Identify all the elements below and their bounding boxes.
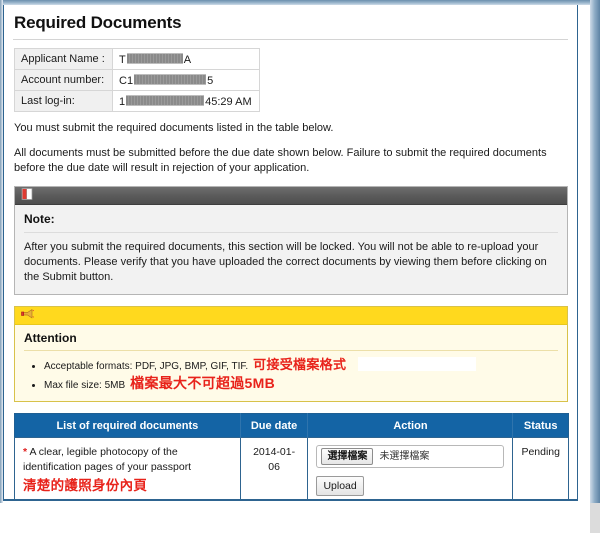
max-file-size-annotation: 檔案最大不可超過5MB xyxy=(130,375,275,391)
account-number-value: C1 5 xyxy=(112,69,260,91)
attention-panel-body: Attention Acceptable formats: PDF, JPG, … xyxy=(15,325,567,401)
acceptable-formats-annotation: 可接受檔案格式 xyxy=(253,357,347,372)
account-number-suffix: 5 xyxy=(207,74,214,87)
attention-divider xyxy=(24,350,558,351)
redaction-block xyxy=(134,73,207,85)
last-login-prefix: 1 xyxy=(119,95,126,108)
note-text: After you submit the required documents,… xyxy=(24,241,547,283)
scrollbar-track-bottom[interactable] xyxy=(590,503,600,533)
column-header-documents: List of required documents xyxy=(14,413,241,438)
applicant-name-value: TA xyxy=(112,48,260,70)
table-header-row: List of required documents Due date Acti… xyxy=(14,413,569,438)
note-divider xyxy=(24,232,558,233)
attention-panel: Attention Acceptable formats: PDF, JPG, … xyxy=(14,306,568,402)
note-heading: Note: xyxy=(24,212,55,226)
attention-list: Acceptable formats: PDF, JPG, BMP, GIF, … xyxy=(24,356,558,394)
applicant-name-suffix: A xyxy=(183,53,192,66)
documents-table-body: * A clear, legible photocopy of the iden… xyxy=(14,437,569,499)
page-title: Required Documents xyxy=(14,13,182,32)
last-login-suffix: 45:29 AM xyxy=(205,95,252,108)
redaction-block xyxy=(126,52,183,64)
table-row: Last log-in: 1 45:29 AM xyxy=(14,90,260,112)
column-header-action: Action xyxy=(307,413,514,438)
table-row: * A clear, legible photocopy of the iden… xyxy=(14,437,569,499)
table-row: Account number: C1 5 xyxy=(14,69,260,91)
last-login-value: 1 45:29 AM xyxy=(112,90,260,112)
documents-table-head: List of required documents Due date Acti… xyxy=(14,413,569,438)
upload-button[interactable]: Upload xyxy=(316,476,364,496)
required-marker: * xyxy=(23,446,28,458)
list-item: Max file size: 5MB 檔案最大不可超過5MB xyxy=(44,375,558,394)
due-date-cell: 2014-01-06 xyxy=(239,437,309,499)
attention-panel-bar xyxy=(15,307,567,325)
applicant-name-label: Applicant Name : xyxy=(14,48,113,70)
account-number-prefix: C1 xyxy=(119,74,134,87)
page-background-below xyxy=(0,503,600,533)
column-header-status: Status xyxy=(512,413,569,438)
table-row: Applicant Name : TA xyxy=(14,48,260,70)
intro-line-1: You must submit the required documents l… xyxy=(14,122,334,134)
book-icon xyxy=(21,188,33,203)
redaction-block xyxy=(126,94,205,106)
account-number-label: Account number: xyxy=(14,69,113,91)
title-divider xyxy=(13,39,568,40)
applicant-name-prefix: T xyxy=(119,53,126,66)
applicant-info-table: Applicant Name : TA Account number: C1 5 … xyxy=(14,48,260,112)
note-panel: Note: After you submit the required docu… xyxy=(14,186,568,295)
window-scrollbar-rail[interactable] xyxy=(590,0,600,533)
attention-heading: Attention xyxy=(24,331,77,345)
file-input[interactable]: 選擇檔案 未選擇檔案 xyxy=(316,445,505,468)
applicant-info-body: Applicant Name : TA Account number: C1 5 … xyxy=(14,48,260,112)
note-panel-bar xyxy=(15,187,567,205)
intro-line-2: All documents must be submitted before t… xyxy=(14,147,547,174)
document-annotation: 清楚的護照身份內頁 xyxy=(23,478,148,493)
document-description-cell: * A clear, legible photocopy of the iden… xyxy=(14,437,241,499)
acceptable-formats-text: Acceptable formats: PDF, JPG, BMP, GIF, … xyxy=(44,361,249,372)
status-badge: Pending xyxy=(512,437,569,499)
content-surface: Required Documents Applicant Name : TA A… xyxy=(3,5,578,501)
list-item: Acceptable formats: PDF, JPG, BMP, GIF, … xyxy=(44,356,558,375)
page-frame: Required Documents Applicant Name : TA A… xyxy=(0,0,600,533)
megaphone-icon xyxy=(21,308,35,323)
note-panel-body: Note: After you submit the required docu… xyxy=(15,205,567,294)
last-login-label: Last log-in: xyxy=(14,90,113,112)
file-status-label: 未選擇檔案 xyxy=(379,451,430,462)
action-cell: 選擇檔案 未選擇檔案 Upload xyxy=(307,437,514,499)
max-file-size-text: Max file size: 5MB xyxy=(44,380,126,391)
choose-file-button[interactable]: 選擇檔案 xyxy=(321,448,374,465)
redaction-block xyxy=(358,357,477,371)
document-description: A clear, legible photocopy of the identi… xyxy=(23,446,192,473)
required-documents-table: List of required documents Due date Acti… xyxy=(14,413,569,499)
column-header-due-date: Due date xyxy=(240,413,309,438)
